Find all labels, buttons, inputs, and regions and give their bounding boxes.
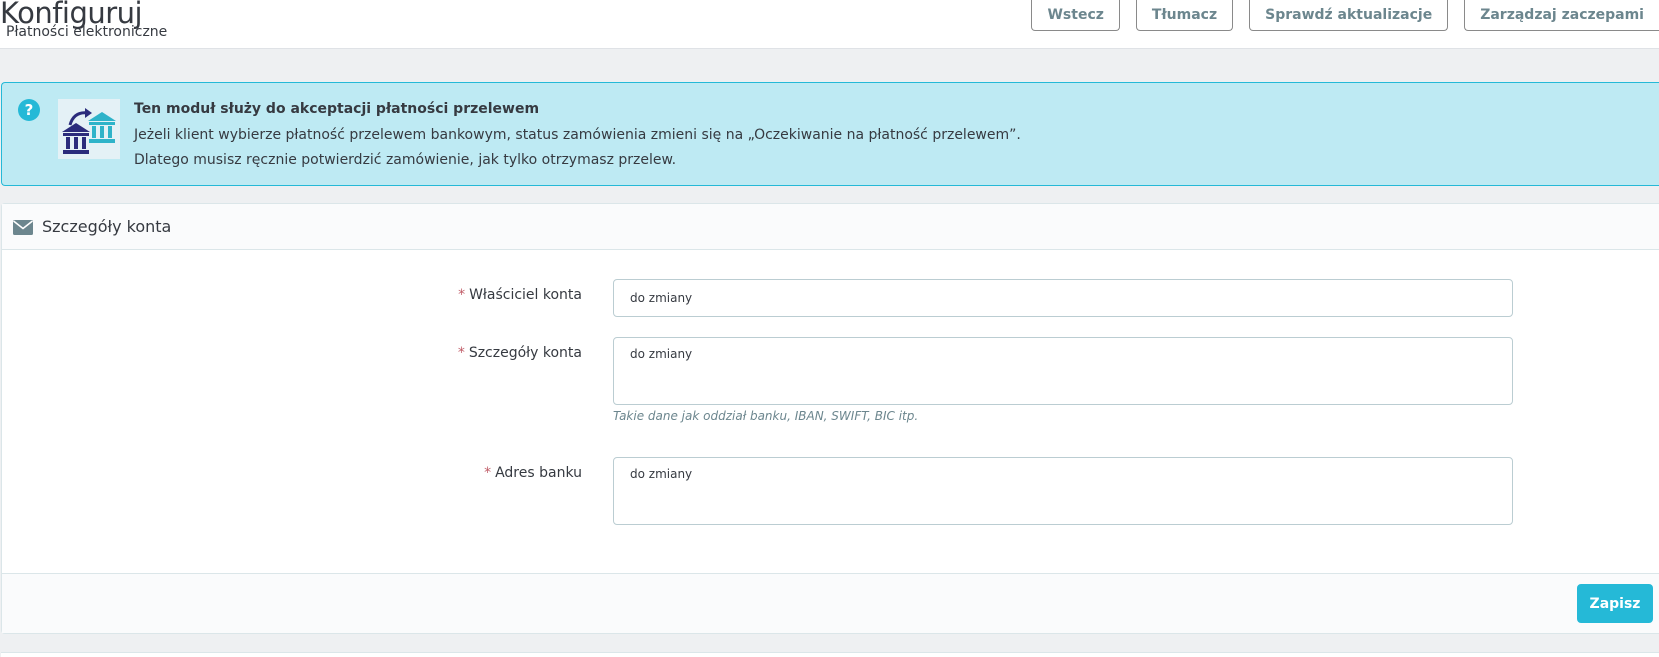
envelope-icon <box>13 220 33 239</box>
panel-title: Szczegóły konta <box>42 217 172 236</box>
alert-title: Ten moduł służy do akceptacji płatności … <box>134 101 540 117</box>
alert-text: Dlatego musisz ręcznie potwierdzić zamów… <box>134 152 677 168</box>
required-mark: * <box>457 345 465 361</box>
info-alert: ? Ten moduł służy do akceptacji płatnośc… <box>1 82 1659 186</box>
address-label: * Adres banku <box>484 465 582 481</box>
account-details-panel: Szczegóły konta *Właściciel konta *Szcze… <box>1 203 1659 634</box>
check-updates-button[interactable]: Sprawdź aktualizacje <box>1249 0 1449 31</box>
page-subtitle: Płatności elektroniczne <box>6 24 168 40</box>
toolbar: Wstecz Tłumacz Sprawdź aktualizacje Zarz… <box>1015 0 1659 31</box>
back-button[interactable]: Wstecz <box>1031 0 1120 31</box>
next-panel-edge <box>1 652 1659 657</box>
panel-heading: Szczegóły konta <box>2 204 1659 250</box>
account-owner-input[interactable] <box>613 279 1513 317</box>
question-icon: ? <box>18 99 40 121</box>
alert-text: Jeżeli klient wybierze płatność przelewe… <box>134 127 1021 143</box>
owner-label: * Właściciel konta <box>458 287 582 303</box>
details-label: * Szczegóły konta <box>457 345 582 361</box>
bank-transfer-icon <box>58 99 120 159</box>
page-header: Konfiguruj Płatności elektroniczne Wstec… <box>0 0 1659 49</box>
details-help-text: Takie dane jak oddział banku, IBAN, SWIF… <box>613 409 919 423</box>
manage-hooks-button[interactable]: Zarządzaj zaczepami <box>1464 0 1659 31</box>
required-mark: * <box>484 465 492 481</box>
save-button[interactable]: Zapisz <box>1577 584 1653 623</box>
account-details-textarea[interactable]: do zmiany <box>613 337 1513 405</box>
translate-button[interactable]: Tłumacz <box>1135 0 1234 31</box>
bank-address-textarea[interactable]: do zmiany <box>613 457 1513 525</box>
panel-footer: Zapisz <box>2 573 1659 633</box>
required-mark: * <box>458 287 466 303</box>
